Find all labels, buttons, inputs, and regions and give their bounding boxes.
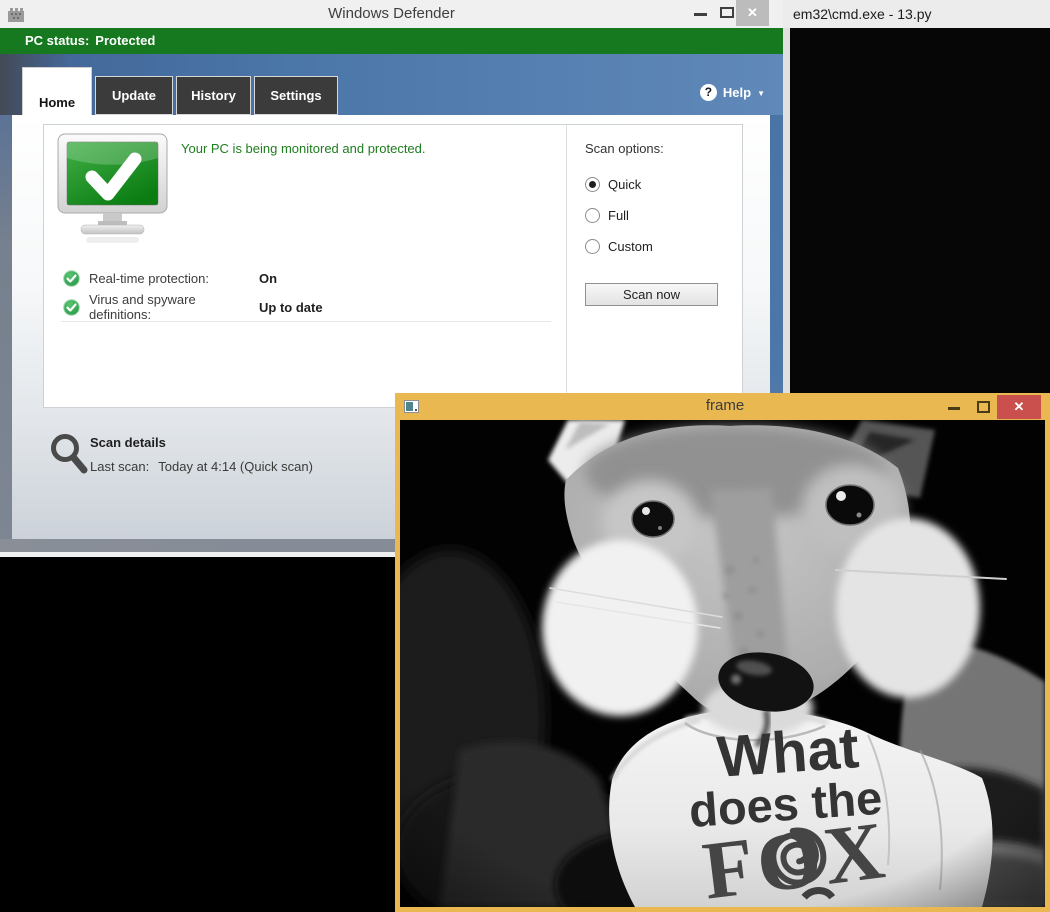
tab-history[interactable]: History — [176, 76, 251, 115]
defender-titlebar[interactable]: Windows Defender ✕ — [0, 0, 783, 28]
realtime-protection-row: Real-time protection: On — [63, 270, 277, 287]
scan-now-button[interactable]: Scan now — [585, 283, 718, 306]
help-menu-button[interactable]: ? Help ▼ — [700, 84, 765, 101]
radio-custom[interactable]: Custom — [585, 239, 653, 254]
fox-photo: What does the FOX — [400, 420, 1045, 907]
minimize-button[interactable] — [694, 13, 707, 16]
tab-settings[interactable]: Settings — [254, 76, 338, 115]
frame-window: frame ✕ — [395, 393, 1050, 912]
green-check-icon — [63, 299, 80, 316]
maximize-button[interactable] — [977, 401, 990, 413]
tab-bar: Home Update History Settings ? Help ▼ — [0, 54, 783, 115]
cmd-window-title: em32\cmd.exe - 13.py — [793, 6, 932, 22]
tab-home[interactable]: Home — [22, 67, 92, 115]
pc-status-value: Protected — [95, 33, 155, 48]
frame-titlebar[interactable]: frame ✕ — [395, 393, 1050, 420]
protection-message: Your PC is being monitored and protected… — [181, 141, 426, 156]
magnifier-icon — [50, 433, 88, 477]
last-scan-value: Today at 4:14 (Quick scan) — [158, 459, 313, 474]
scan-details-title: Scan details — [90, 435, 166, 450]
maximize-button[interactable] — [720, 7, 734, 18]
scan-options-title: Scan options: — [585, 141, 664, 156]
definitions-value: Up to date — [259, 300, 323, 315]
status-panel: Your PC is being monitored and protected… — [43, 124, 743, 408]
defender-left-border — [0, 115, 12, 539]
close-button[interactable]: ✕ — [736, 0, 769, 26]
realtime-protection-value: On — [259, 271, 277, 286]
realtime-protection-label: Real-time protection: — [89, 271, 259, 286]
frame-window-title: frame — [395, 397, 1050, 414]
green-check-icon — [63, 270, 80, 287]
chevron-down-icon: ▼ — [757, 87, 765, 98]
camera-frame-content: What does the FOX — [400, 420, 1045, 907]
pc-status-label: PC status: — [25, 33, 89, 48]
last-scan-label: Last scan: — [90, 459, 149, 474]
radio-full[interactable]: Full — [585, 208, 629, 223]
help-label: Help — [723, 85, 751, 100]
last-scan-line: Last scan: Today at 4:14 (Quick scan) — [90, 459, 313, 474]
radio-quick-label: Quick — [608, 177, 641, 192]
pc-status-bar: PC status: Protected — [0, 28, 783, 54]
definitions-row: Virus and spyware definitions: Up to dat… — [63, 292, 323, 322]
tab-update[interactable]: Update — [95, 76, 173, 115]
divider — [61, 321, 551, 322]
radio-button[interactable] — [585, 208, 600, 223]
radio-button[interactable] — [585, 177, 600, 192]
desktop: em32\cmd.exe - 13.py Windows Defender ✕ … — [0, 0, 1050, 912]
definitions-label: Virus and spyware definitions: — [89, 292, 259, 322]
radio-full-label: Full — [608, 208, 629, 223]
protected-monitor-icon — [56, 133, 169, 246]
window-title: Windows Defender — [0, 5, 783, 22]
radio-quick[interactable]: Quick — [585, 177, 641, 192]
radio-custom-label: Custom — [608, 239, 653, 254]
scan-options-panel: Scan options: Quick Full Custom Scan now — [566, 125, 742, 407]
cmd-titlebar[interactable]: em32\cmd.exe - 13.py — [783, 0, 1050, 28]
minimize-button[interactable] — [948, 407, 960, 410]
scan-details-section: Scan details Last scan: Today at 4:14 (Q… — [50, 433, 450, 493]
help-icon: ? — [700, 84, 717, 101]
radio-button[interactable] — [585, 239, 600, 254]
close-button[interactable]: ✕ — [997, 395, 1041, 419]
